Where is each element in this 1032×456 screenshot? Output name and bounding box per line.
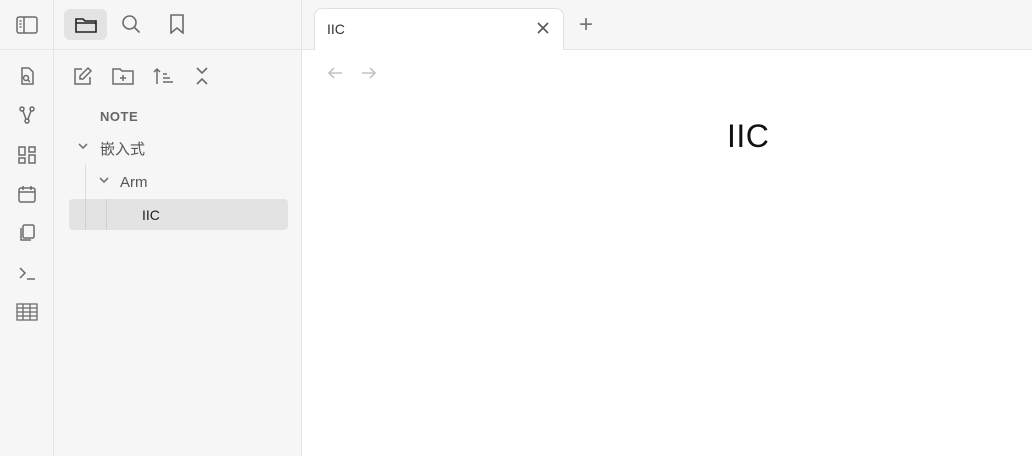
close-icon[interactable]	[535, 20, 551, 36]
tree-file-label: IIC	[142, 207, 160, 223]
sort-icon[interactable]	[149, 62, 177, 90]
plus-icon: +	[578, 11, 593, 38]
tree-folder-label: Arm	[120, 173, 148, 191]
search-icon[interactable]	[117, 10, 145, 38]
search-file-icon[interactable]	[13, 62, 41, 90]
tree-folder-embedded[interactable]: 嵌入式	[76, 136, 145, 160]
copy-icon[interactable]	[13, 219, 41, 247]
document-title[interactable]: IIC	[727, 118, 769, 155]
tree-indent-guide	[106, 199, 107, 230]
tree-folder-arm[interactable]: Arm	[97, 170, 148, 194]
terminal-icon[interactable]	[13, 259, 41, 287]
calendar-icon[interactable]	[13, 180, 41, 208]
table-icon[interactable]	[13, 298, 41, 326]
sidebar-toggle-icon[interactable]	[13, 11, 41, 39]
folder-icon[interactable]	[64, 9, 107, 40]
tab-bar: IIC +	[302, 0, 1032, 50]
tab-title: IIC	[327, 21, 345, 37]
collapse-icon[interactable]	[188, 62, 216, 90]
sidebar-top-strip	[0, 0, 302, 50]
canvas-icon[interactable]	[13, 141, 41, 169]
tree-file-iic[interactable]: IIC	[142, 203, 160, 227]
graph-icon[interactable]	[13, 101, 41, 129]
bookmark-icon[interactable]	[163, 10, 191, 38]
tree-file-selected-bg	[69, 199, 288, 230]
new-tab-button[interactable]: +	[574, 13, 598, 37]
back-arrow-icon[interactable]	[324, 62, 346, 84]
tab-iic[interactable]: IIC	[314, 8, 564, 50]
tree-folder-label: 嵌入式	[100, 140, 146, 158]
vault-name[interactable]: NOTE	[100, 106, 138, 126]
chevron-down-icon	[76, 139, 94, 157]
main-editor-area: IIC + IIC	[302, 0, 1032, 456]
forward-arrow-icon[interactable]	[358, 62, 380, 84]
new-folder-icon[interactable]	[109, 62, 137, 90]
left-ribbon	[0, 0, 54, 456]
chevron-down-icon	[97, 173, 115, 191]
vault-name-label: NOTE	[100, 108, 139, 124]
new-note-icon[interactable]	[69, 62, 97, 90]
tree-indent-guide	[85, 199, 86, 230]
